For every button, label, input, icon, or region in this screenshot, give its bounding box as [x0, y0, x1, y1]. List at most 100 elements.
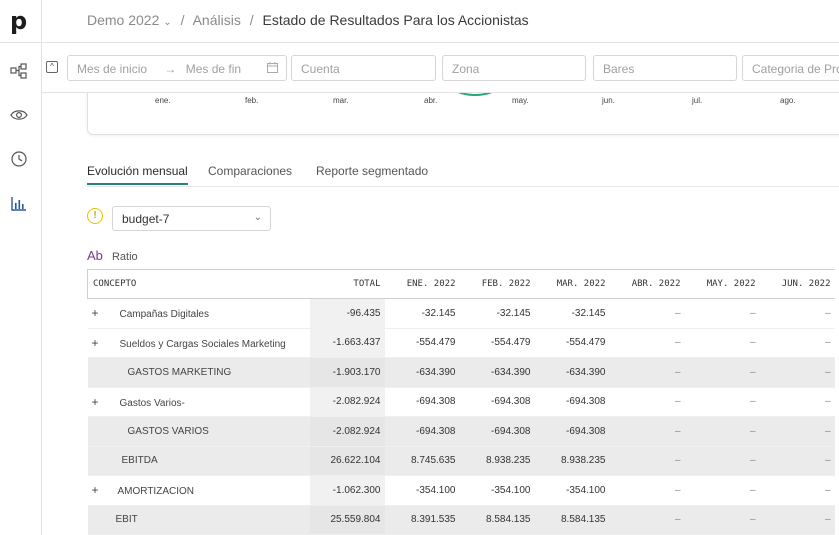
column-header[interactable]: MAY. 2022 — [684, 269, 760, 299]
month-label: ene. — [155, 96, 171, 105]
month-cell: 8.584.135 — [534, 505, 610, 535]
cuenta-select[interactable]: Cuenta — [291, 55, 436, 81]
expand-icon[interactable]: + — [92, 483, 102, 497]
table-row[interactable]: GASTOS MARKETING -1.903.170 -634.390 -634.3… — [87, 357, 835, 388]
total-cell: 26.622.104 — [309, 446, 385, 476]
expand-icon[interactable]: + — [92, 395, 102, 409]
month-cell: – — [609, 357, 685, 388]
month-cell: – — [759, 357, 835, 388]
month-cell: -554.479 — [384, 328, 460, 358]
row-concept: + Campañas Digitales — [87, 298, 310, 329]
table-row[interactable]: + AMORTIZACION -1.062.300 -354.100 -354.100-… — [87, 475, 835, 506]
month-cell: – — [684, 446, 760, 476]
month-cell: -32.145 — [534, 298, 610, 329]
table-row[interactable]: + Campañas Digitales -96.435 -32.145 -32.145… — [87, 298, 835, 329]
month-cell: – — [759, 446, 835, 476]
clock-icon[interactable] — [10, 150, 28, 168]
column-header[interactable]: ABR. 2022 — [609, 269, 685, 299]
column-header[interactable]: MAR. 2022 — [534, 269, 610, 299]
collapse-icon[interactable]: ^ — [46, 61, 58, 73]
divider — [0, 42, 42, 43]
row-concept: + Sueldos y Cargas Sociales Marketing — [87, 328, 310, 358]
month-cell: – — [609, 446, 685, 476]
ratio-toggle[interactable]: Ab Ratio — [87, 248, 138, 263]
month-cell: -694.308 — [459, 416, 535, 447]
app-logo[interactable]: p — [10, 8, 32, 34]
month-cell: -354.100 — [384, 475, 460, 506]
month-cell: -354.100 — [459, 475, 535, 506]
month-cell: – — [684, 387, 760, 417]
month-cell: – — [609, 416, 685, 447]
arrow-right-icon: → — [164, 62, 177, 76]
table-row[interactable]: + Sueldos y Cargas Sociales Marketing -1.6… — [87, 328, 835, 358]
text-format-icon: Ab — [87, 248, 103, 263]
total-cell: -1.903.170 — [309, 357, 385, 388]
column-header[interactable]: CONCEPTO — [87, 269, 310, 299]
month-cell: 8.745.635 — [384, 446, 460, 476]
month-cell: – — [684, 416, 760, 447]
month-cell: – — [609, 298, 685, 329]
table-row[interactable]: EBIT 25.559.804 8.391.535 8.584.135 8.584.13… — [87, 505, 835, 535]
table-row[interactable]: GASTOS VARIOS -2.082.924 -694.308 -694.308-… — [87, 416, 835, 447]
zona-select[interactable]: Zona — [442, 55, 586, 81]
month-label: jun. — [602, 96, 615, 105]
month-cell: – — [609, 505, 685, 535]
row-label: Sueldos y Cargas Sociales Marketing — [119, 338, 286, 350]
structure-icon[interactable] — [10, 62, 28, 80]
expand-icon[interactable]: + — [92, 306, 102, 320]
month-cell: – — [609, 475, 685, 506]
breadcrumb-project[interactable]: Demo 2022 — [87, 12, 159, 28]
scenario-select[interactable]: budget-7 ⌄ — [112, 206, 271, 231]
chart-card: ene. feb. mar. abr. may. jun. jul. ago. — [87, 93, 839, 135]
month-cell: -694.308 — [384, 387, 460, 417]
month-cell: -32.145 — [384, 298, 460, 329]
month-cell: – — [684, 328, 760, 358]
column-header[interactable]: TOTAL — [309, 269, 385, 299]
row-concept: EBITDA — [87, 446, 310, 476]
row-concept: GASTOS VARIOS — [87, 416, 310, 447]
month-label: jul. — [692, 96, 703, 105]
table-body: + Campañas Digitales -96.435 -32.145 -32.145… — [87, 298, 835, 535]
date-range-input[interactable]: Mes de inicio → Mes de fin — [67, 55, 287, 81]
month-cell: – — [759, 416, 835, 447]
month-cell: – — [759, 505, 835, 535]
expand-icon[interactable]: + — [92, 336, 102, 350]
column-header[interactable]: JUN. 2022 — [759, 269, 835, 299]
eye-icon[interactable] — [10, 106, 28, 124]
tab-reporte-segmentado[interactable]: Reporte segmentado — [316, 164, 428, 178]
month-cell: -634.390 — [534, 357, 610, 388]
bares-select[interactable]: Bares — [593, 55, 737, 81]
month-label: abr. — [424, 96, 438, 105]
tab-bar: Evolución mensual Comparaciones Reporte … — [87, 162, 839, 187]
breadcrumb-separator: / — [249, 12, 254, 28]
month-cell: -694.308 — [384, 416, 460, 447]
table-row[interactable]: + Gastos Varios- -2.082.924 -694.308 -694.30… — [87, 387, 835, 417]
bar-chart-icon[interactable] — [10, 195, 28, 213]
row-label: EBITDA — [121, 455, 158, 467]
breadcrumb: Demo 2022 ⌄ / Análisis / Estado de Resul… — [87, 12, 529, 28]
month-cell: – — [684, 357, 760, 388]
ratio-label: Ratio — [111, 251, 138, 263]
results-table: CONCEPTO TOTAL ENE. 2022 FEB. 2022 MAR. … — [87, 269, 835, 535]
categoria-select[interactable]: Categoria de Pro — [742, 55, 839, 81]
month-label: may. — [512, 96, 529, 105]
tab-evolucion-mensual[interactable]: Evolución mensual — [87, 164, 188, 185]
row-label: GASTOS VARIOS — [127, 425, 209, 437]
tab-comparaciones[interactable]: Comparaciones — [208, 164, 292, 178]
breadcrumb-analysis[interactable]: Análisis — [193, 12, 241, 28]
month-label: feb. — [245, 96, 259, 105]
table-row[interactable]: EBITDA 26.622.104 8.745.635 8.938.235 8.938.… — [87, 446, 835, 476]
warning-icon[interactable]: ! — [87, 208, 103, 224]
month-cell: -694.308 — [534, 416, 610, 447]
row-label: Campañas Digitales — [119, 309, 210, 321]
table-header: CONCEPTO TOTAL ENE. 2022 FEB. 2022 MAR. … — [87, 269, 835, 299]
total-cell: 25.559.804 — [309, 505, 385, 535]
chevron-down-icon[interactable]: ⌄ — [163, 17, 171, 28]
row-label: EBIT — [115, 514, 138, 526]
top-bar: Demo 2022 ⌄ / Análisis / Estado de Resul… — [42, 0, 839, 43]
month-cell: -694.308 — [534, 387, 610, 417]
column-header[interactable]: FEB. 2022 — [459, 269, 535, 299]
column-header[interactable]: ENE. 2022 — [384, 269, 460, 299]
total-cell: -1.663.437 — [309, 328, 385, 358]
breadcrumb-separator: / — [180, 12, 185, 28]
